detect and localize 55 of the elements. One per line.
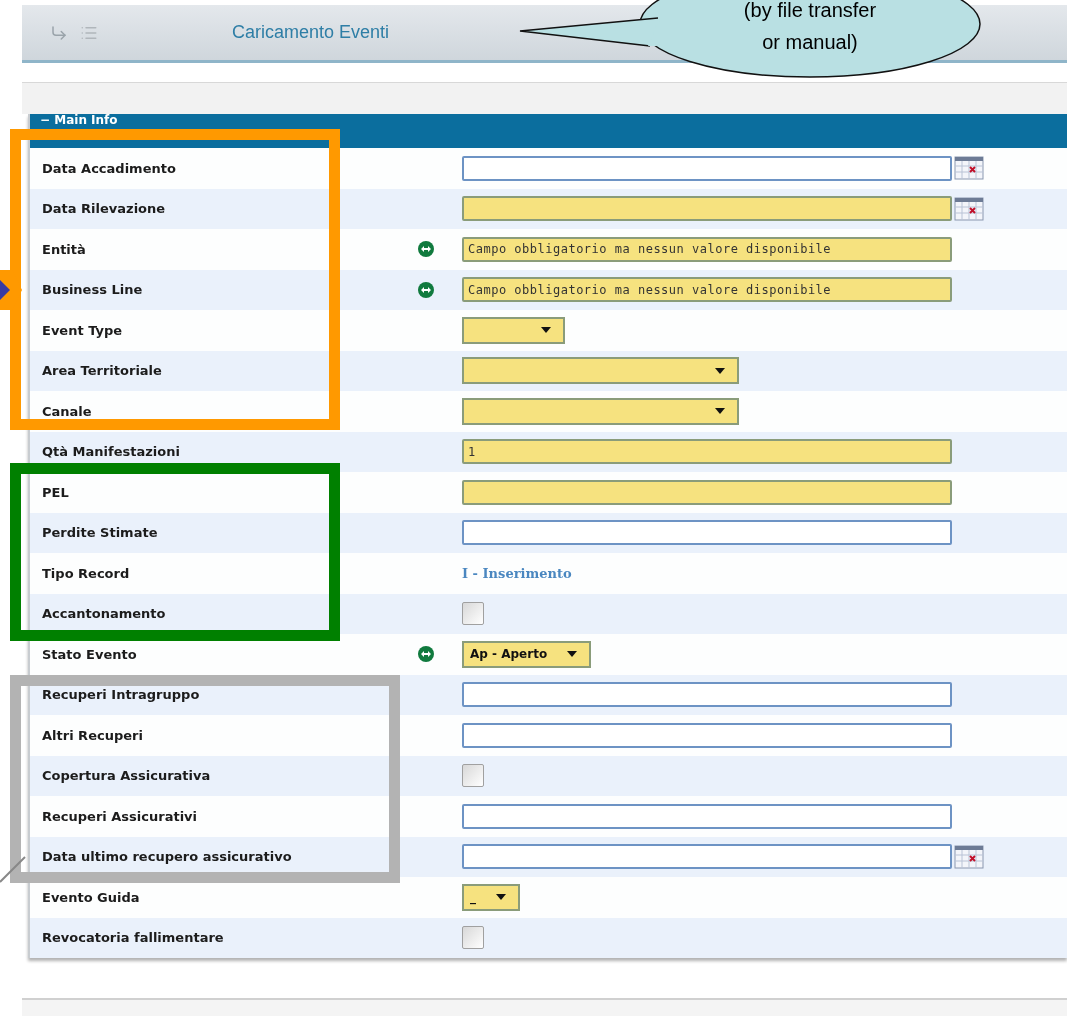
field-label: Data Accadimento [41, 159, 177, 178]
caret-icon [541, 327, 551, 334]
date-field[interactable] [462, 155, 952, 181]
field-label: Altri Recuperi [41, 726, 144, 745]
date-field[interactable] [462, 844, 952, 870]
caret-icon [567, 651, 578, 658]
field-label: Area Territoriale [41, 362, 163, 380]
field-label: Recuperi Assicurativi [41, 807, 199, 826]
field-label: Event Type [41, 321, 124, 340]
dropdown[interactable]: _ [462, 883, 520, 911]
dropdown[interactable]: Ap - Aperto [462, 640, 592, 668]
dropdown[interactable] [462, 316, 565, 344]
field-label: Recuperi Intragruppo [41, 686, 201, 704]
calendar-icon[interactable] [954, 196, 984, 221]
input-field[interactable] [462, 722, 952, 748]
field-label: PEL [41, 483, 70, 502]
field-label: Business Line [41, 281, 144, 299]
input-field[interactable]: Campo obbligatorio ma nessun valore disponibile [462, 236, 952, 262]
field-label: Data ultimo recupero assicurativo [41, 848, 293, 866]
record-type-value: I - Inserimento [462, 566, 572, 582]
input-field[interactable]: 1 [462, 439, 952, 465]
field-label: Perdite Stimate [41, 524, 159, 542]
calendar-icon[interactable] [954, 844, 984, 869]
input-field[interactable] [462, 682, 952, 708]
field-label: Copertura Assicurativa [41, 767, 212, 785]
calendar-icon[interactable] [954, 156, 984, 181]
dropdown[interactable] [462, 397, 739, 425]
field-label: Evento Guida [41, 888, 141, 907]
leader-line [0, 855, 26, 883]
field-label: Data Rilevazione [41, 200, 167, 218]
caret-icon [496, 894, 506, 901]
field-label: Canale [41, 402, 93, 421]
callout-text: (by file transfer [743, 0, 877, 23]
field-label: Stato Evento [41, 645, 138, 664]
input-field[interactable] [462, 803, 952, 829]
checkbox[interactable] [462, 764, 484, 788]
callout-text: or manual) [762, 30, 858, 55]
input-field[interactable] [462, 479, 952, 505]
field-label: Revocatoria fallimentare [41, 929, 225, 947]
section-header[interactable]: − Main Info [30, 114, 1067, 148]
arrow-drawing [0, 270, 22, 310]
field-label: Accantonamento [41, 605, 167, 623]
date-field[interactable] [462, 196, 952, 222]
checkbox[interactable] [462, 926, 484, 950]
field-label: Qtà Manifestazioni [41, 443, 181, 461]
caret-icon [715, 367, 725, 374]
checkbox[interactable] [462, 602, 484, 626]
caret-icon [715, 408, 725, 415]
dropdown[interactable] [462, 357, 739, 385]
input-field[interactable] [462, 520, 952, 546]
corner-arrow-icon[interactable] [50, 23, 68, 42]
field-label: Tipo Record [41, 564, 131, 583]
field-label: Entità [41, 240, 87, 259]
page-title: Caricamento Eventi [232, 21, 390, 44]
input-field[interactable]: Campo obbligatorio ma nessun valore disponibile [462, 277, 952, 303]
